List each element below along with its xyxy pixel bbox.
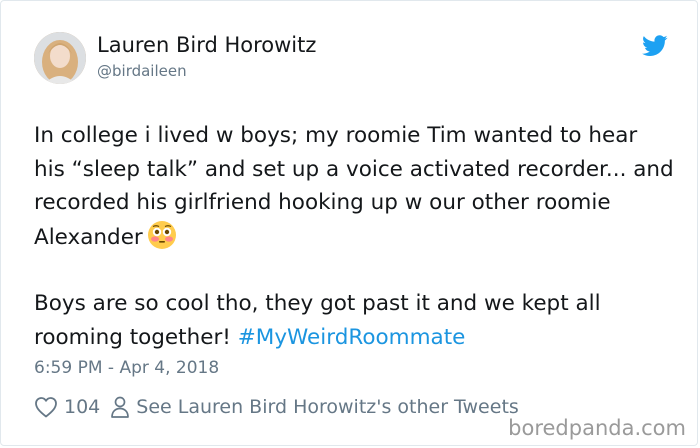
hashtag-link[interactable]: #MyWeirdRoommate [238, 325, 466, 350]
flushed-face-emoji-icon [147, 220, 176, 249]
avatar-image [34, 32, 86, 84]
tweet-card: Lauren Bird Horowitz @birdaileen In coll… [0, 0, 698, 446]
like-count[interactable]: 104 [64, 396, 100, 418]
boredpanda-watermark: boredpanda.com [508, 416, 686, 440]
author-handle[interactable]: @birdaileen [97, 62, 187, 80]
see-other-tweets-link[interactable]: See Lauren Bird Horowitz's other Tweets [136, 396, 519, 418]
tweet-paragraph-2: Boys are so cool tho, they got past it a… [34, 287, 674, 354]
tweet-footer: 104 See Lauren Bird Horowitz's other Twe… [34, 394, 519, 420]
tweet-timestamp[interactable]: 6:59 PM - Apr 4, 2018 [34, 358, 219, 378]
tweet-paragraph-1: In college i lived w boys; my roomie Tim… [34, 119, 674, 254]
person-icon [111, 396, 130, 418]
twitter-bird-icon[interactable] [642, 35, 668, 57]
author-name[interactable]: Lauren Bird Horowitz [97, 33, 316, 57]
tweet-text: In college i lived w boys; my roomie Tim… [34, 119, 674, 354]
tweet-paragraph-1-text: In college i lived w boys; my roomie Tim… [34, 123, 674, 250]
avatar[interactable] [34, 32, 86, 84]
heart-icon[interactable] [34, 396, 58, 418]
